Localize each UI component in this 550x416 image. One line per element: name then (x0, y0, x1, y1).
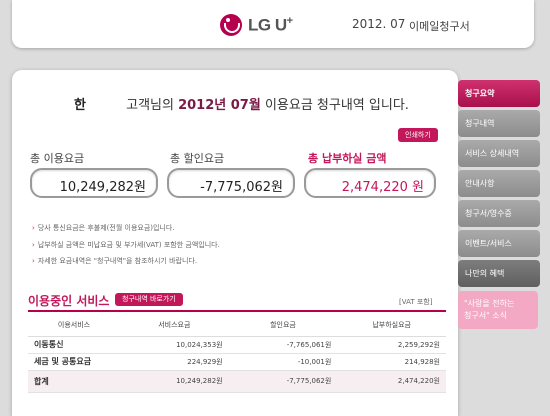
sidebar-item-my-benefits[interactable]: 나만의 혜택 (458, 260, 540, 287)
total-payment-value: 2,474,220 원 (341, 180, 424, 195)
promo-line-1: "사랑을 전하는 (464, 299, 515, 308)
divider (28, 310, 446, 312)
table-row: 세금 및 공통요금 224,929원 -10,001원 214,928원 (28, 353, 446, 371)
total-payment-box: 2,474,220 원 (304, 168, 436, 198)
brand-plus: + (286, 14, 293, 27)
greeting-prefix: 고객님의 (126, 98, 174, 113)
column-header: 할인요금 (228, 314, 338, 337)
pay-amount: 214,928원 (337, 353, 446, 371)
notice-list: › 당사 통신요금은 후불제(전월 이용요금)입니다. › 납부하실 금액은 미납요… (32, 220, 220, 270)
services-table: 이용서비스 서비스요금 할인요금 납부하실요금 이동통신 10,024,353원… (28, 314, 446, 393)
header-bar: LG U+ 2012. 07 이메일청구서 (12, 0, 534, 48)
discount-fee: -7,765,061원 (228, 336, 338, 354)
table-row: 이동통신 10,024,353원 -7,765,061원 2,259,292원 (28, 336, 446, 354)
customer-name: 한 (74, 98, 86, 113)
bill-summary-panel: 한 고객님의 2012년 07월 이용요금 청구내역 입니다. 인쇄하기 총 이… (12, 70, 458, 416)
total-usage-box: 10,249,282원 (30, 168, 158, 198)
promo-line-2: 청구서" 소식 (464, 311, 508, 320)
total-discount-value: -7,775,062원 (200, 180, 283, 195)
print-button[interactable]: 인쇄하기 (398, 128, 438, 142)
document-title: 이메일청구서 (409, 20, 470, 33)
table-header-row: 이용서비스 서비스요금 할인요금 납부하실요금 (28, 314, 446, 337)
total-discount-box: -7,775,062원 (167, 168, 295, 198)
bill-date: 2012. 07 (352, 17, 406, 31)
billing-month: 2012년 07월 (178, 98, 261, 113)
pay-amount: 2,259,292원 (337, 336, 446, 354)
services-title: 이용중인 서비스 (28, 294, 110, 308)
greeting-suffix: 이용요금 청구내역 입니다. (264, 98, 409, 113)
total-usage-value: 10,249,282원 (59, 180, 146, 195)
notice-item: › 당사 통신요금은 후불제(전월 이용요금)입니다. (32, 224, 175, 232)
total-discount-fee: -7,775,062원 (228, 370, 338, 393)
sidebar-item-notices[interactable]: 안내사항 (458, 170, 540, 197)
sidebar-item-bill-receipt[interactable]: 청구서/영수증 (458, 200, 540, 227)
total-pay-amount: 2,474,220원 (337, 370, 446, 393)
vat-note: [VAT 포함] (399, 298, 433, 306)
column-header: 납부하실요금 (337, 314, 446, 337)
sidebar-item-service-details[interactable]: 서비스 상세내역 (458, 140, 540, 167)
promo-banner[interactable]: "사랑을 전하는 청구서" 소식 (458, 291, 538, 329)
sidebar-item-bill-details[interactable]: 청구내역 (458, 110, 540, 137)
notice-item: › 자세한 요금내역은 "청구내역"을 참조하시기 바랍니다. (32, 257, 198, 265)
total-usage-label: 총 이용요금 (30, 152, 85, 165)
discount-fee: -10,001원 (228, 353, 338, 371)
notice-item: › 납부하실 금액은 미납요금 및 부가세(VAT) 포함한 금액입니다. (32, 240, 220, 249)
sidebar-nav: 청구요약 청구내역 서비스 상세내역 안내사항 청구서/영수증 이벤트/서비스 … (458, 80, 542, 329)
greeting: 한 고객님의 2012년 07월 이용요금 청구내역 입니다. (74, 94, 409, 113)
column-header: 서비스요금 (119, 314, 229, 337)
view-bill-details-button[interactable]: 청구내역 바로가기 (115, 293, 183, 306)
brand-name: LG U (248, 15, 287, 35)
service-name: 세금 및 공통요금 (28, 353, 120, 371)
service-name: 이동통신 (28, 336, 120, 354)
table-total-row: 합계 10,249,282원 -7,775,062원 2,474,220원 (28, 370, 446, 393)
service-fee: 10,024,353원 (119, 336, 229, 354)
total-payment-label: 총 납부하실 금액 (308, 152, 387, 165)
sidebar-item-events[interactable]: 이벤트/서비스 (458, 230, 540, 257)
total-name: 합계 (28, 370, 120, 393)
total-service-fee: 10,249,282원 (119, 370, 229, 393)
service-fee: 224,929원 (119, 353, 229, 371)
total-discount-label: 총 할인요금 (170, 152, 225, 165)
lg-face-icon (220, 14, 242, 36)
sidebar-item-bill-summary[interactable]: 청구요약 (458, 80, 540, 107)
column-header: 이용서비스 (28, 314, 120, 337)
lg-uplus-logo: LG U+ (220, 14, 293, 36)
